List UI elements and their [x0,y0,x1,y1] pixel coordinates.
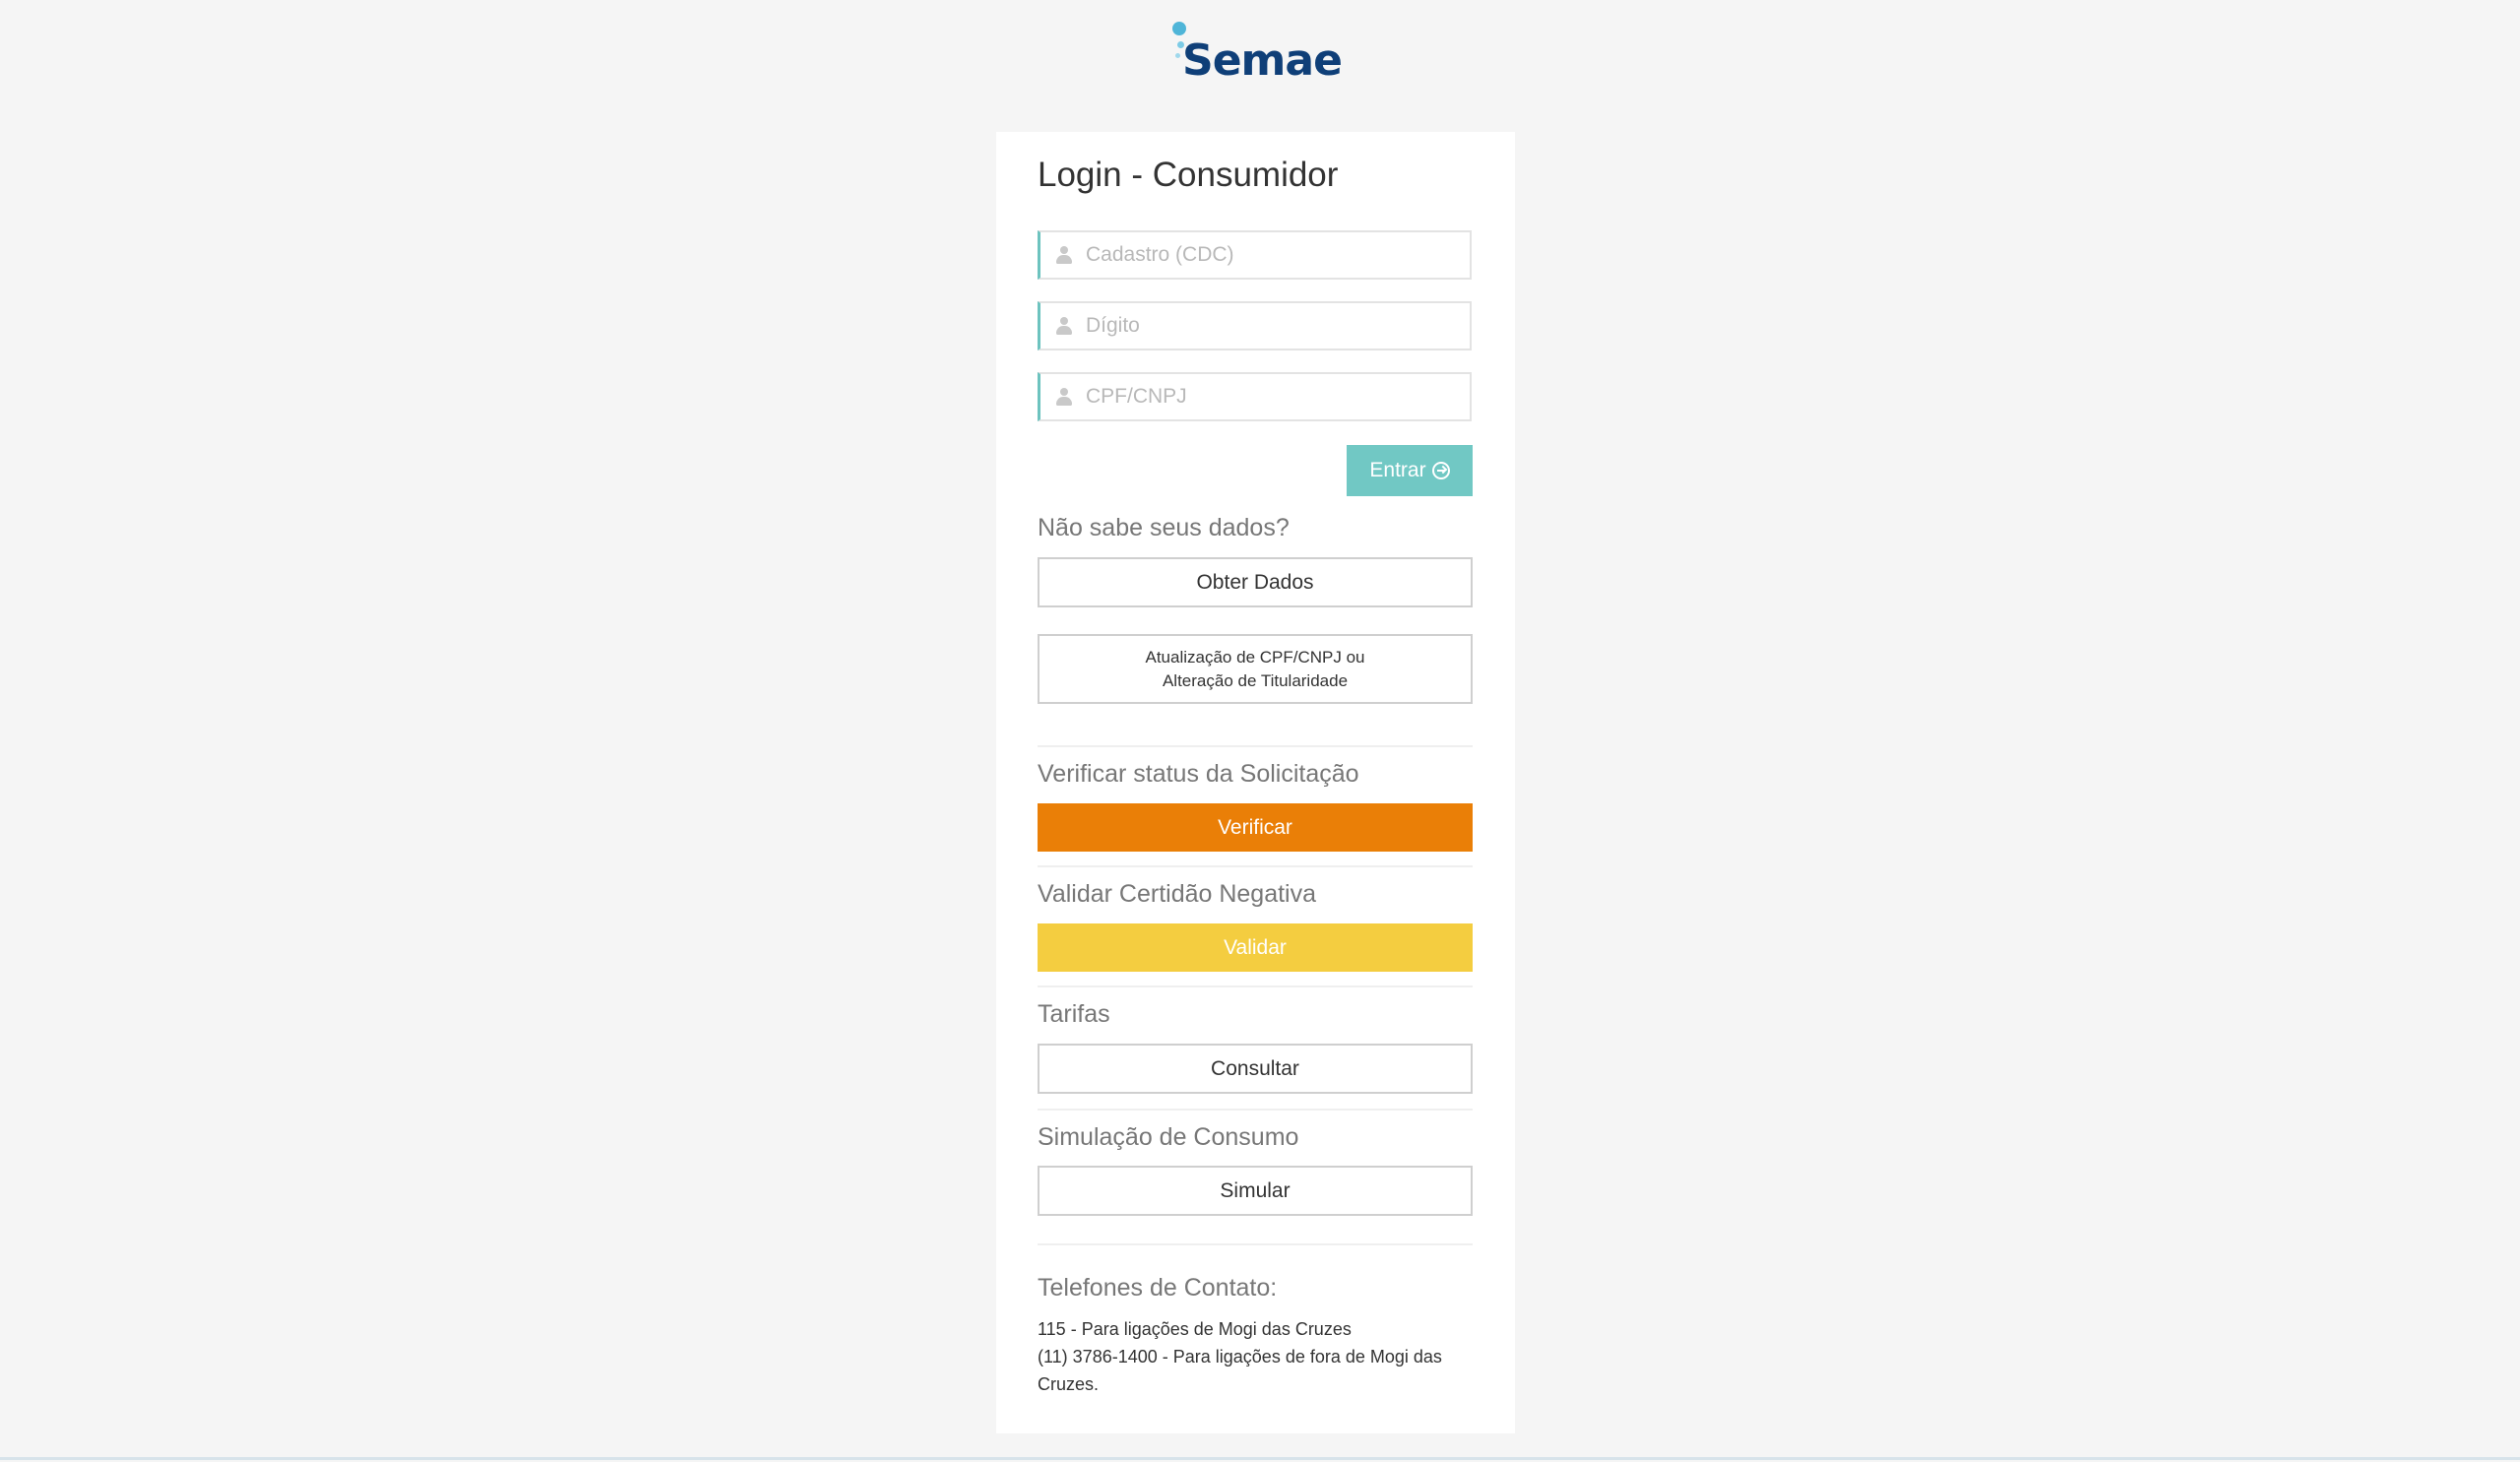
obter-dados-button[interactable]: Obter Dados [1038,557,1473,607]
cadastro-field[interactable] [1038,230,1472,280]
atualizacao-label-line1: Atualização de CPF/CNPJ ou [1145,647,1365,667]
consultar-label: Consultar [1211,1056,1299,1080]
digito-input[interactable] [1086,303,1460,349]
page-title: Login - Consumidor [1038,156,1339,194]
user-icon [1056,388,1072,406]
entrar-label: Entrar [1369,459,1426,481]
entrar-button[interactable]: Entrar [1347,445,1473,496]
contato-phone-local: 115 - Para ligações de Mogi das Cruzes [1038,1319,1352,1339]
user-icon [1056,317,1072,335]
validar-button[interactable]: Validar [1038,923,1473,972]
cpf-cnpj-input[interactable] [1086,374,1460,419]
semae-logo: Semae [1166,18,1343,89]
divider [1038,1109,1473,1111]
divider [1038,865,1473,867]
logo-drop-icon [1172,22,1186,35]
arrow-circle-right-icon [1431,462,1450,479]
status-label: Verificar status da Solicitação [1038,760,1359,788]
user-icon [1056,246,1072,264]
simular-button[interactable]: Simular [1038,1166,1473,1216]
page: Semae Login - Consumidor Entrar Não sabe… [0,0,2520,1462]
divider [1038,1243,1473,1245]
validar-label: Validar [1224,935,1287,959]
digito-field[interactable] [1038,301,1472,350]
verificar-label: Verificar [1218,815,1292,839]
divider [1038,745,1473,747]
help-question: Não sabe seus dados? [1038,514,1290,541]
logo-wordmark: Semae [1182,35,1343,86]
tarifas-label: Tarifas [1038,1000,1110,1028]
simular-label: Simular [1220,1178,1291,1202]
cadastro-input[interactable] [1086,232,1460,278]
atualizacao-titularidade-button[interactable]: Atualização de CPF/CNPJ ou Alteração de … [1038,634,1473,704]
atualizacao-label-line2: Alteração de Titularidade [1162,670,1349,690]
contato-phone-external: (11) 3786-1400 - Para ligações de fora d… [1038,1347,1442,1394]
verificar-button[interactable]: Verificar [1038,803,1473,852]
certidao-label: Validar Certidão Negativa [1038,880,1317,908]
bottom-border [0,1457,2520,1460]
logo-drop-icon [1175,53,1180,58]
cpf-cnpj-field[interactable] [1038,372,1472,421]
obter-dados-label: Obter Dados [1196,570,1314,594]
simulacao-label: Simulação de Consumo [1038,1123,1299,1151]
divider [1038,985,1473,987]
contato-heading: Telefones de Contato: [1038,1274,1278,1302]
login-card: Login - Consumidor Entrar Não sabe seus … [996,132,1515,1433]
consultar-button[interactable]: Consultar [1038,1044,1473,1094]
